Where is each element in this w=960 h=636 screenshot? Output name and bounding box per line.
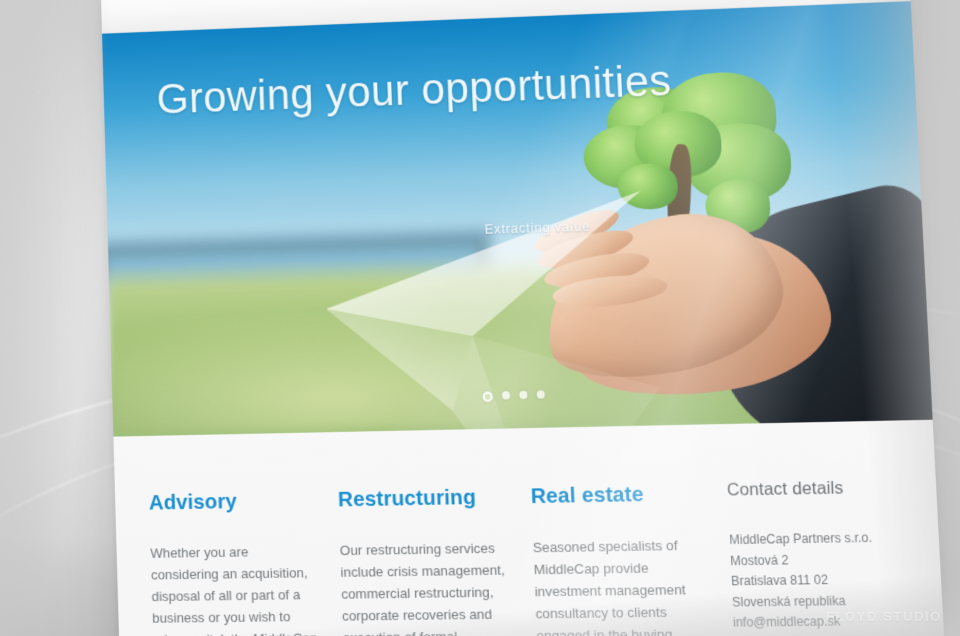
company-name: MiddleCap Partners s.r.o. (728, 530, 873, 548)
country: Slovenská republika (731, 592, 846, 610)
column-real-estate: Real estate Seasoned specialists of Midd… (530, 481, 717, 636)
carousel-dot-4[interactable] (536, 390, 546, 399)
column-restructuring: Restructuring Our restructuring services… (338, 485, 520, 636)
real-estate-heading[interactable]: Real estate (530, 481, 702, 509)
carousel-dot-1[interactable] (482, 391, 493, 403)
restructuring-heading[interactable]: Restructuring (338, 485, 507, 513)
column-advisory: Advisory Whether you are considering an … (149, 488, 325, 636)
email[interactable]: info@middlecap.sk (733, 611, 916, 634)
hero-photo-hands-tree (507, 70, 933, 437)
office-slovakia: MiddleCap Partners s.r.o. Mostová 2 Brat… (729, 528, 918, 636)
hero-banner: Growing your opportunities Extracting va… (102, 1, 933, 437)
real-estate-body: Seasoned specialists of MiddleCap provid… (532, 537, 687, 636)
carousel-dot-3[interactable] (519, 390, 528, 400)
restructuring-body: Our restructuring services include crisi… (339, 540, 506, 636)
foliage-shape (616, 162, 679, 211)
carousel-pagination (482, 390, 546, 403)
advisory-heading[interactable]: Advisory (149, 488, 315, 516)
website-mockup: Advisory Restructuring Real estate Refer… (100, 0, 950, 636)
content-columns: Advisory Whether you are considering an … (113, 420, 953, 636)
column-contact-details: Contact details MiddleCap Partners s.r.o… (726, 478, 925, 636)
contact-heading: Contact details (726, 478, 844, 500)
mockup-canvas: Advisory Restructuring Real estate Refer… (0, 0, 960, 636)
carousel-dot-2[interactable] (501, 391, 511, 400)
advisory-body: Whether you are considering an acquisiti… (150, 544, 317, 636)
website-page: Advisory Restructuring Real estate Refer… (100, 0, 950, 636)
city: Bratislava 811 02 (730, 572, 829, 589)
street: Mostová 2 (729, 552, 789, 568)
